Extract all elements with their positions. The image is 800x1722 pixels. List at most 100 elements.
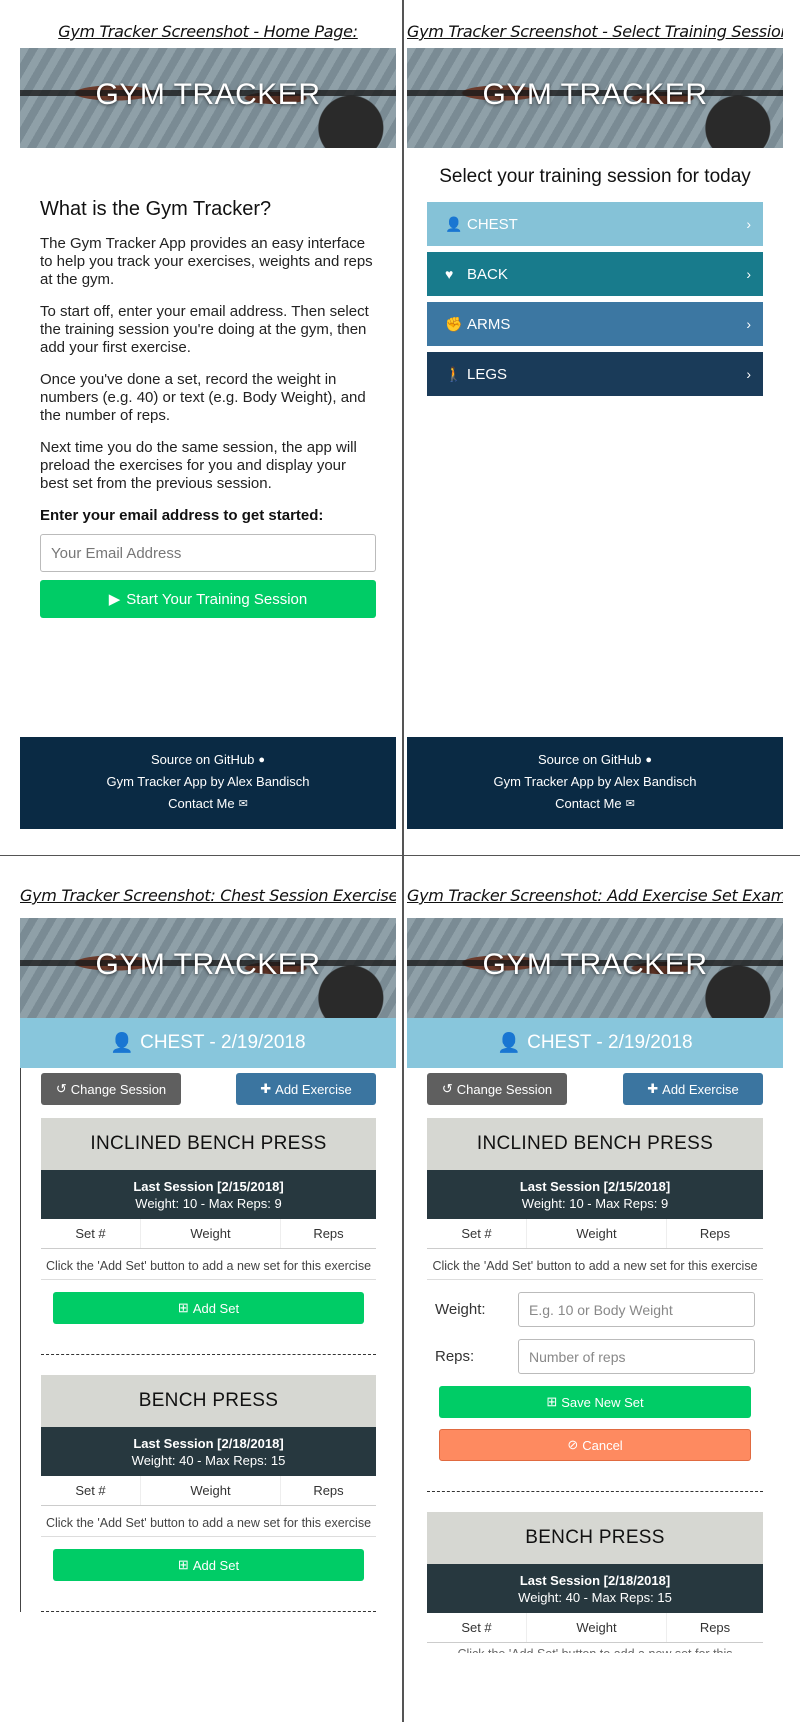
credit-text: Gym Tracker App by Alex Bandisch (106, 774, 310, 789)
app-title: GYM TRACKER (482, 948, 708, 981)
exercise-separator (41, 1354, 376, 1355)
col-weight: Weight (141, 1476, 281, 1505)
last-session-summary: Last Session [2/18/2018] Weight: 40 - Ma… (427, 1564, 763, 1613)
session-content: ↺ Change Session ✚ Add Exercise INCLINED… (20, 1068, 396, 1612)
change-session-label: Change Session (456, 1081, 553, 1097)
add-set-label: Add Set (192, 1557, 240, 1573)
session-back[interactable]: ♥ BACK › (427, 252, 763, 296)
session-chest[interactable]: 👤 CHEST › (427, 202, 763, 246)
exercise-title: BENCH PRESS (41, 1375, 376, 1427)
footer: Source on GitHub ● Gym Tracker App by Al… (407, 737, 783, 829)
github-link[interactable]: Source on GitHub ● (20, 749, 396, 771)
user-icon: 👤 (497, 1033, 522, 1054)
add-set-button[interactable]: ⊞ Add Set (53, 1292, 364, 1324)
col-reps: Reps (313, 1226, 344, 1241)
exercise-card: BENCH PRESS Last Session [2/18/2018] Wei… (427, 1512, 763, 1653)
session-arms[interactable]: ✊ ARMS › (427, 302, 763, 346)
contact-link-label: Contact Me (555, 796, 622, 811)
screenshot-caption: Gym Tracker Screenshot: Add Exercise Set… (407, 886, 783, 905)
add-exercise-label: Add Exercise (275, 1081, 352, 1097)
empty-sets-message: Click the 'Add Set' button to add a new … (427, 1249, 763, 1280)
contact-link[interactable]: Contact Me ✉ (407, 793, 783, 815)
col-weight: Weight (141, 1219, 281, 1248)
home-screenshot: Gym Tracker Screenshot - Home Page: GYM … (20, 0, 396, 850)
vertical-divider (402, 0, 404, 1722)
col-weight: Weight (527, 1219, 667, 1248)
github-link[interactable]: Source on GitHub ● (407, 749, 783, 771)
cancel-label: Cancel (582, 1437, 623, 1453)
session-content: ↺ Change Session ✚ Add Exercise INCLINED… (407, 1068, 783, 1653)
empty-sets-message-cropped: Click the 'Add Set' button to add a new … (427, 1643, 763, 1653)
github-link-label: Source on GitHub (538, 752, 642, 767)
last-session-date: Last Session [2/18/2018] (519, 1573, 671, 1588)
banner: GYM TRACKER (20, 48, 396, 148)
chest-session-screenshot: Gym Tracker Screenshot: Chest Session Ex… (20, 858, 396, 1692)
add-exercise-label: Add Exercise (662, 1081, 739, 1097)
home-content: What is the Gym Tracker? The Gym Tracker… (20, 198, 396, 618)
screenshot-caption: Gym Tracker Screenshot - Home Page: (58, 22, 358, 41)
session-header-label: CHEST - 2/19/2018 (527, 1032, 693, 1053)
set-table-header: Set # Weight Reps (427, 1219, 763, 1249)
add-set-screenshot: Gym Tracker Screenshot: Add Exercise Set… (407, 858, 783, 1692)
start-button-label: Start Your Training Session (126, 590, 308, 608)
change-session-button[interactable]: ↺ Change Session (427, 1073, 567, 1105)
weight-label: Weight: (435, 1301, 486, 1318)
fist-icon: ✊ (445, 315, 463, 332)
last-session-date: Last Session [2/18/2018] (133, 1436, 284, 1451)
last-session-date: Last Session [2/15/2018] (519, 1179, 671, 1194)
app-title: GYM TRACKER (95, 948, 321, 981)
undo-icon: ↺ (441, 1081, 453, 1096)
add-exercise-button[interactable]: ✚ Add Exercise (236, 1073, 376, 1105)
add-set-button[interactable]: ⊞ Add Set (53, 1549, 364, 1581)
heart-icon: ♥ (445, 266, 454, 282)
banner: GYM TRACKER (20, 918, 396, 1018)
exercise-separator (427, 1491, 763, 1492)
select-session-screenshot: Gym Tracker Screenshot - Select Training… (407, 0, 783, 850)
cancel-button[interactable]: ⊘ Cancel (439, 1429, 751, 1461)
col-set: Set # (41, 1219, 141, 1248)
col-weight: Weight (527, 1613, 667, 1642)
session-actions: ↺ Change Session ✚ Add Exercise (427, 1068, 763, 1118)
horizontal-divider (0, 855, 800, 856)
banner: GYM TRACKER (407, 48, 783, 148)
plus-square-icon: ⊞ (177, 1300, 189, 1315)
col-reps: Reps (699, 1620, 731, 1635)
add-set-label: Add Set (192, 1300, 240, 1316)
weight-input[interactable] (518, 1292, 755, 1327)
email-input[interactable] (40, 534, 376, 572)
exercise-card: BENCH PRESS Last Session [2/18/2018] Wei… (41, 1375, 376, 1581)
col-set: Set # (427, 1219, 527, 1248)
credit-text: Gym Tracker App by Alex Bandisch (493, 774, 697, 789)
plus-square-icon: ⊞ (177, 1557, 189, 1572)
exercise-card: INCLINED BENCH PRESS Last Session [2/15/… (41, 1118, 376, 1324)
github-icon: ● (258, 754, 265, 766)
col-reps: Reps (313, 1483, 344, 1498)
app-title: GYM TRACKER (482, 78, 708, 111)
change-session-button[interactable]: ↺ Change Session (41, 1073, 181, 1105)
chevron-right-icon: › (746, 366, 751, 382)
session-label: ARMS (467, 315, 511, 333)
start-session-button[interactable]: ▶ Start Your Training Session (40, 580, 376, 618)
col-set: Set # (41, 1476, 141, 1505)
footer: Source on GitHub ● Gym Tracker App by Al… (20, 737, 396, 829)
contact-link[interactable]: Contact Me ✉ (20, 793, 396, 815)
session-legs[interactable]: 🚶 LEGS › (427, 352, 763, 396)
col-reps: Reps (699, 1226, 731, 1241)
instructions-paragraph: To start off, enter your email address. … (40, 303, 369, 356)
ban-icon: ⊘ (567, 1437, 579, 1452)
last-session-summary: Last Session [2/18/2018] Weight: 40 - Ma… (41, 1427, 376, 1476)
reps-input[interactable] (518, 1339, 755, 1374)
last-session-best: Weight: 40 - Max Reps: 15 (131, 1453, 286, 1468)
chevron-right-icon: › (746, 216, 751, 232)
save-new-set-button[interactable]: ⊞ Save New Set (439, 1386, 751, 1418)
home-heading: What is the Gym Tracker? (40, 198, 272, 220)
chevron-right-icon: › (746, 316, 751, 332)
screenshot-caption: Gym Tracker Screenshot - Select Training… (407, 22, 783, 41)
last-session-summary: Last Session [2/15/2018] Weight: 10 - Ma… (41, 1170, 376, 1219)
envelope-icon: ✉ (625, 798, 635, 810)
screenshot-caption: Gym Tracker Screenshot: Chest Session Ex… (20, 886, 396, 905)
add-exercise-button[interactable]: ✚ Add Exercise (623, 1073, 763, 1105)
exercise-separator (41, 1611, 376, 1612)
app-title: GYM TRACKER (95, 78, 321, 111)
empty-sets-message: Click the 'Add Set' button to add a new … (41, 1249, 376, 1280)
